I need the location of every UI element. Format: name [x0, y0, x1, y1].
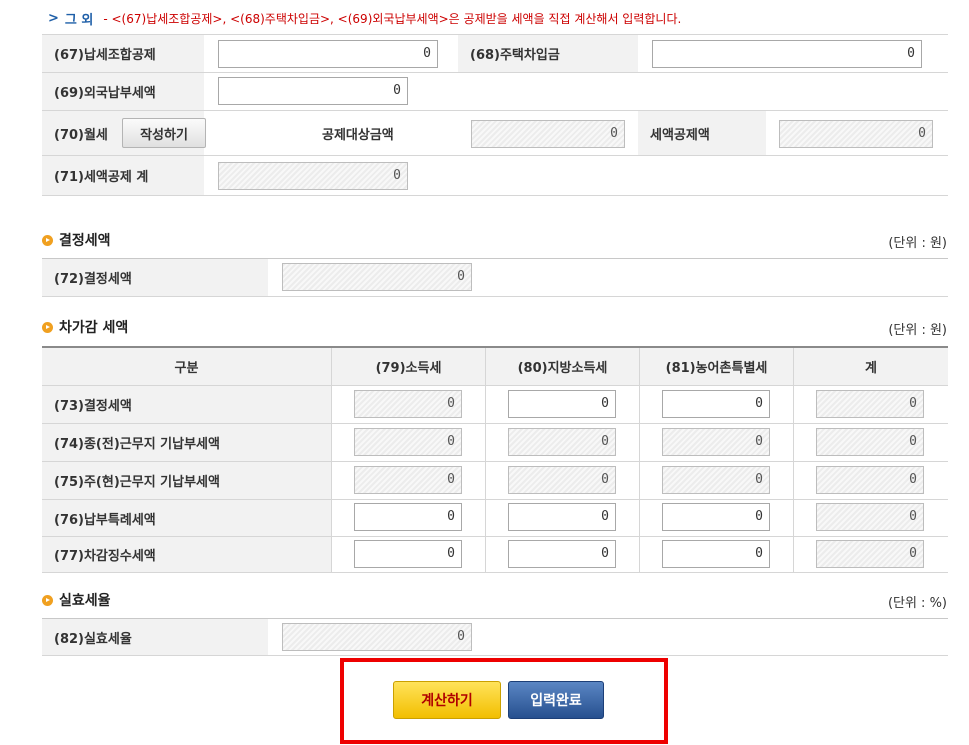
highlight-box [340, 658, 668, 744]
deduction-unit: (단위 : 원) [888, 323, 947, 338]
row-75-income-tax: 0 [354, 466, 462, 494]
f72-label: (72)결정세액 [42, 259, 268, 296]
f71-label: (71)세액공제 계 [42, 156, 204, 195]
f82-input: 0 [282, 623, 472, 651]
credit-amount-input: 0 [779, 120, 933, 148]
row-75-total: 0 [816, 466, 924, 494]
write-monthly-rent-button[interactable]: 작성하기 [122, 118, 206, 148]
row-76-total: 0 [816, 503, 924, 531]
row-73-rural-tax[interactable]: 0 [662, 390, 770, 418]
row-76-label: (76)납부특례세액 [54, 512, 156, 528]
f70-label-text: (70)월세 [54, 127, 108, 143]
row-75-label: (75)주(현)근무지 기납부세액 [54, 475, 220, 490]
chevron-right-icon: > [48, 10, 59, 26]
row-73-label: (73)결정세액 [54, 399, 132, 414]
effective-section-title: 실효세율 [42, 590, 111, 610]
f82-label: (82)실효세율 [42, 619, 268, 655]
notice-bar: > 그 외 - <(67)납세조합공제>, <(68)주택차입금>, <(69)… [48, 8, 681, 28]
f68-label: (68)주택차입금 [458, 35, 638, 72]
row-73-total: 0 [816, 390, 924, 418]
row-76-rural-tax[interactable]: 0 [662, 503, 770, 531]
row-77-total: 0 [816, 540, 924, 568]
row-74-total: 0 [816, 428, 924, 456]
col-header-category: 구분 [42, 348, 331, 385]
base-amount-label: 공제대상금액 [318, 111, 458, 155]
f67-input[interactable]: 0 [218, 40, 438, 68]
row-76-income-tax[interactable]: 0 [354, 503, 462, 531]
bullet-arrow-icon [42, 321, 53, 333]
credit-amount-label: 세액공제액 [638, 111, 766, 155]
row-75-rural-tax: 0 [662, 466, 770, 494]
determined-title-text: 결정세액 [59, 233, 111, 249]
row-76-local-tax[interactable]: 0 [508, 503, 616, 531]
row-74-rural-tax: 0 [662, 428, 770, 456]
col-header-rural-tax: (81)농어촌특별세 [640, 348, 793, 385]
determined-section-title: 결정세액 [42, 230, 111, 250]
bullet-arrow-icon [42, 234, 53, 246]
row-74-label: (74)종(전)근무지 기납부세액 [54, 437, 220, 452]
input-complete-button[interactable]: 입력완료 [508, 681, 604, 719]
row-77-income-tax[interactable]: 0 [354, 540, 462, 568]
f67-label: (67)납세조합공제 [42, 35, 204, 72]
col-header-local-tax: (80)지방소득세 [486, 348, 639, 385]
notice-title: 그 외 [64, 12, 94, 28]
f69-input[interactable]: 0 [218, 77, 408, 105]
row-77-label: (77)차감징수세액 [54, 549, 156, 564]
row-73-local-tax[interactable]: 0 [508, 390, 616, 418]
determined-unit: (단위 : 원) [888, 236, 947, 251]
base-amount-input: 0 [471, 120, 625, 148]
row-73-income-tax: 0 [354, 390, 462, 418]
bullet-arrow-icon [42, 594, 53, 606]
effective-title-text: 실효세율 [59, 593, 111, 609]
f71-input: 0 [218, 162, 408, 190]
f68-input[interactable]: 0 [652, 40, 922, 68]
row-77-local-tax[interactable]: 0 [508, 540, 616, 568]
notice-text: - <(67)납세조합공제>, <(68)주택차입금>, <(69)외국납부세액… [103, 11, 682, 26]
col-header-total: 계 [794, 348, 948, 385]
deduction-section-title: 차가감 세액 [42, 317, 128, 337]
f69-label: (69)외국납부세액 [42, 73, 204, 110]
row-74-local-tax: 0 [508, 428, 616, 456]
row-74-income-tax: 0 [354, 428, 462, 456]
effective-unit: (단위 : %) [887, 596, 947, 611]
calculate-button[interactable]: 계산하기 [393, 681, 501, 719]
f72-input: 0 [282, 263, 472, 291]
row-77-rural-tax[interactable]: 0 [662, 540, 770, 568]
col-header-income-tax: (79)소득세 [332, 348, 485, 385]
row-75-local-tax: 0 [508, 466, 616, 494]
deduction-title-text: 차가감 세액 [59, 320, 129, 336]
